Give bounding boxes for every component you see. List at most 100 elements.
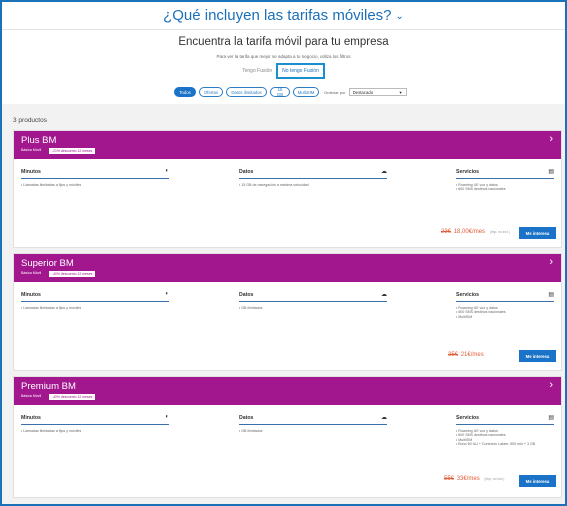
card-header: Superior BM Básica Móvil -40% descuento …: [14, 254, 561, 282]
tax-note: (Imp. no incl.): [489, 230, 510, 234]
datos-text: • 15 GB de navegación a máxima velocidad: [239, 183, 309, 187]
toggle-tengo-fusion[interactable]: Tengo Fusión: [242, 68, 272, 74]
servicios-column: Servicios ▤ • Roaming UE voz y datos • 6…: [456, 292, 554, 319]
divider: [21, 178, 169, 179]
chevron-right-icon[interactable]: ›: [549, 256, 553, 268]
old-price: 35€: [448, 352, 459, 358]
filter-pill-datos-ilimitados[interactable]: Datos ilimitados: [226, 87, 267, 97]
header-bar[interactable]: ¿Qué incluyen las tarifas móviles? ⌄: [2, 2, 565, 30]
servicio-item: • Bono 60 UU + Conexión Latam: 500 min +…: [456, 442, 536, 447]
datos-text: • GB ilimitados: [239, 429, 263, 433]
promo-badge: -21% descuento 12 meses: [48, 147, 97, 155]
new-price: 18,00€/mes: [453, 229, 486, 235]
fusion-toggle: Tengo Fusión No tengo Fusión: [2, 63, 565, 79]
divider: [21, 301, 169, 302]
me-interesa-button[interactable]: Me interesa: [519, 475, 556, 487]
servicios-column: Servicios ▤ • Roaming UE voz y datos • 6…: [456, 415, 554, 447]
old-price: 55€: [444, 476, 455, 482]
filter-pill-15gb[interactable]: 15 GB: [270, 87, 290, 97]
servicio-item: • MultiSIM: [456, 314, 473, 319]
me-interesa-button[interactable]: Me interesa: [519, 227, 556, 239]
toggle-no-tengo-fusion[interactable]: No tengo Fusión: [276, 63, 325, 79]
chevron-right-icon[interactable]: ›: [549, 133, 553, 145]
servicios-column: Servicios ▤ • Roaming UE voz y datos • 6…: [456, 169, 554, 192]
phone-icon: ◐: [165, 168, 169, 174]
price: 35€ 21€/mes: [448, 352, 484, 358]
hero-section: Encuentra la tarifa móvil para tu empres…: [2, 30, 565, 104]
datos-column: Datos ☁ • GB ilimitados: [239, 292, 387, 310]
product-base: Básica Móvil: [21, 394, 42, 398]
phone-icon: ◐: [165, 291, 169, 297]
servicios-text: • Roaming UE voz y datos • 600 SMS desti…: [456, 429, 554, 447]
product-base: Básica Móvil: [21, 271, 42, 275]
old-price: 23€: [441, 229, 452, 235]
datos-label: Datos: [239, 415, 254, 421]
divider: [239, 424, 387, 425]
document-icon: ▤: [548, 415, 554, 421]
me-interesa-button[interactable]: Me interesa: [519, 350, 556, 362]
datos-column: Datos ☁ • 15 GB de navegación a máxima v…: [239, 169, 387, 187]
divider: [21, 424, 169, 425]
page-title: ¿Qué incluyen las tarifas móviles?: [163, 7, 392, 24]
minutos-text: • Llamadas ilimitadas a fijos y móviles: [21, 183, 82, 187]
minutos-text: • Llamadas ilimitadas a fijos y móviles: [21, 306, 82, 310]
promo-badge: -40% descuento 12 meses: [48, 393, 97, 401]
datos-label: Datos: [239, 169, 254, 175]
minutos-column: Minutos ◐ • Llamadas ilimitadas a fijos …: [21, 414, 169, 433]
minutos-column: Minutos ◐ • Llamadas ilimitadas a fijos …: [21, 168, 169, 187]
minutos-label: Minutos: [21, 415, 41, 421]
price: 23€ 18,00€/mes (Imp. no incl.): [441, 229, 510, 235]
filter-bar: Todos Ofertas Datos ilimitados 15 GB Mul…: [174, 87, 407, 97]
document-icon: ▤: [548, 292, 554, 298]
datos-label: Datos: [239, 292, 254, 298]
product-card-premium-bm[interactable]: Premium BM Básica Móvil -40% descuento 1…: [13, 376, 562, 498]
divider: [239, 301, 387, 302]
page-frame: ¿Qué incluyen las tarifas móviles? ⌄ Enc…: [2, 2, 565, 504]
card-header: Premium BM Básica Móvil -40% descuento 1…: [14, 377, 561, 405]
tax-note: (Imp. no incl.): [484, 477, 505, 481]
phone-icon: ◐: [165, 414, 169, 420]
servicios-label: Servicios: [456, 169, 480, 175]
filter-pill-multisim[interactable]: MultiSIM: [293, 87, 319, 97]
product-name: Plus BM: [21, 135, 57, 146]
servicios-label: Servicios: [456, 415, 480, 421]
hero-subtitle: Para ver la tarifa que mejor se adapta a…: [216, 54, 351, 59]
order-select[interactable]: Destacado ▼: [348, 88, 407, 96]
divider: [456, 178, 554, 179]
minutos-text: • Llamadas ilimitadas a fijos y móviles: [21, 429, 82, 433]
caret-down-icon: ▼: [398, 89, 403, 95]
cloud-icon: ☁: [381, 415, 387, 421]
filter-pill-ofertas[interactable]: Ofertas: [199, 87, 223, 97]
new-price: 33€/mes: [456, 476, 480, 482]
minutos-label: Minutos: [21, 169, 41, 175]
results-count: 3 productos: [13, 117, 47, 124]
divider: [456, 424, 554, 425]
divider: [239, 178, 387, 179]
filter-pill-todos[interactable]: Todos: [174, 87, 196, 97]
chevron-right-icon[interactable]: ›: [549, 379, 553, 391]
servicios-label: Servicios: [456, 292, 480, 298]
minutos-label: Minutos: [21, 292, 41, 298]
cloud-icon: ☁: [381, 292, 387, 298]
servicio-item: • 600 SMS destinos nacionales: [456, 187, 506, 192]
new-price: 21€/mes: [460, 352, 484, 358]
servicios-text: • Roaming UE voz y datos • 600 SMS desti…: [456, 306, 554, 319]
datos-text: • GB ilimitados: [239, 306, 263, 310]
order-label: Ordenar por: [324, 89, 346, 95]
order-select-value: Destacado: [352, 89, 374, 95]
hero-heading: Encuentra la tarifa móvil para tu empres…: [178, 36, 389, 48]
servicios-text: • Roaming UE voz y datos • 600 SMS desti…: [456, 183, 554, 192]
product-base: Básica Móvil: [21, 148, 42, 152]
divider: [456, 301, 554, 302]
cloud-icon: ☁: [381, 169, 387, 175]
product-name: Superior BM: [21, 258, 74, 269]
promo-badge: -40% descuento 12 meses: [48, 270, 97, 278]
product-name: Premium BM: [21, 381, 76, 392]
minutos-column: Minutos ◐ • Llamadas ilimitadas a fijos …: [21, 291, 169, 310]
datos-column: Datos ☁ • GB ilimitados: [239, 415, 387, 433]
card-header: Plus BM Básica Móvil -21% descuento 12 m…: [14, 131, 561, 159]
document-icon: ▤: [548, 169, 554, 175]
product-card-superior-bm[interactable]: Superior BM Básica Móvil -40% descuento …: [13, 253, 562, 371]
chevron-down-icon[interactable]: ⌄: [396, 11, 404, 22]
product-card-plus-bm[interactable]: Plus BM Básica Móvil -21% descuento 12 m…: [13, 130, 562, 248]
